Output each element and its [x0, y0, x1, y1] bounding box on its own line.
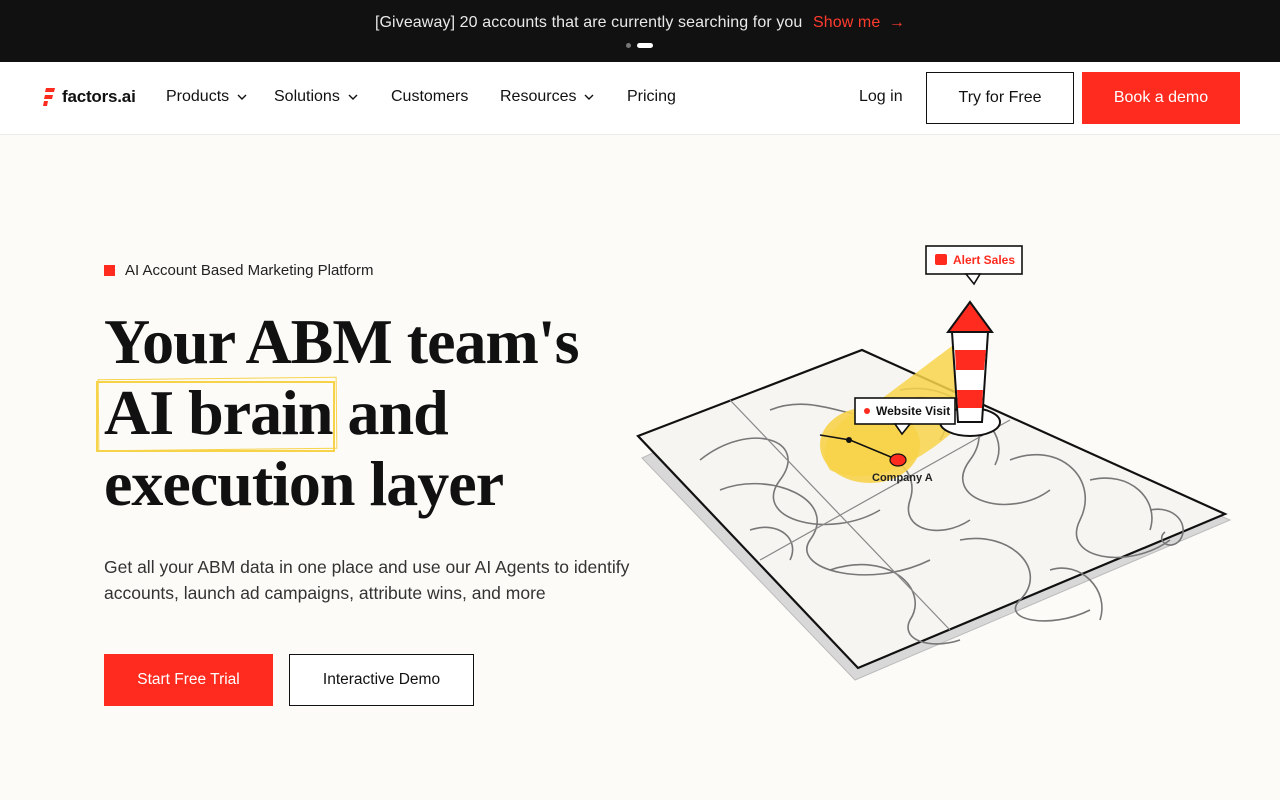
book-demo-button[interactable]: Book a demo: [1082, 72, 1240, 124]
headline-line-1: Your ABM team's: [104, 306, 579, 377]
nav-item-pricing[interactable]: Pricing: [627, 88, 676, 106]
hero-headline: Your ABM team's AI brain and execution l…: [96, 306, 664, 519]
show-me-link[interactable]: Show me →: [813, 14, 905, 31]
carousel-dot-active[interactable]: [637, 43, 653, 48]
hero-subtext: Get all your ABM data in one place and u…: [104, 557, 630, 603]
website-visit-label: Website Visit: [876, 404, 950, 418]
start-free-trial-button[interactable]: Start Free Trial: [104, 654, 273, 706]
headline-line-2-rest: and: [332, 377, 449, 448]
alert-sales-label: Alert Sales: [953, 253, 1015, 267]
interactive-demo-button[interactable]: Interactive Demo: [289, 654, 474, 706]
hero-illustration: Alert Sales Website Visit Company A: [630, 240, 1240, 690]
nav-item-label: Products: [166, 88, 230, 105]
announcement-bar: [Giveaway] 20 accounts that are currentl…: [0, 0, 1280, 62]
nav-item-solutions[interactable]: Solutions: [274, 88, 358, 106]
login-link[interactable]: Log in: [859, 88, 903, 106]
chevron-down-icon: [237, 94, 247, 100]
nav-item-label: Customers: [391, 88, 469, 105]
alert-sales-tag: Alert Sales: [925, 245, 1023, 286]
company-a-label: Company A: [872, 472, 933, 484]
red-square-icon: [104, 265, 115, 276]
main-nav: factors.ai Products Solutions Customers …: [0, 62, 1280, 135]
topographic-map-illustration: Alert Sales Website Visit Company A: [636, 245, 1232, 681]
logo[interactable]: factors.ai: [42, 87, 136, 107]
eyebrow-text: AI Account Based Marketing Platform: [125, 262, 374, 279]
nav-item-products[interactable]: Products: [166, 88, 247, 106]
try-for-free-button[interactable]: Try for Free: [926, 72, 1074, 124]
hero-eyebrow: AI Account Based Marketing Platform: [104, 262, 373, 279]
carousel-dots: [626, 43, 653, 48]
announcement-text: [Giveaway] 20 accounts that are currentl…: [374, 14, 803, 31]
carousel-dot[interactable]: [626, 43, 631, 48]
logo-text: factors.ai: [62, 87, 136, 106]
chevron-down-icon: [348, 94, 358, 100]
nav-item-label: Resources: [500, 88, 577, 105]
announcement-text-row: [Giveaway] 20 accounts that are currentl…: [0, 14, 1280, 32]
factors-logo-icon: [43, 88, 55, 106]
headline-line-3: execution layer: [104, 448, 504, 519]
nav-item-label: Solutions: [274, 88, 340, 105]
nav-item-customers[interactable]: Customers: [391, 88, 468, 106]
headline-highlight: AI brain: [96, 377, 334, 452]
nav-item-resources[interactable]: Resources: [500, 88, 594, 106]
show-me-label: Show me: [812, 14, 881, 31]
nav-item-label: Pricing: [627, 88, 676, 105]
arrow-right-icon: →: [888, 14, 906, 31]
chevron-down-icon: [584, 94, 594, 100]
